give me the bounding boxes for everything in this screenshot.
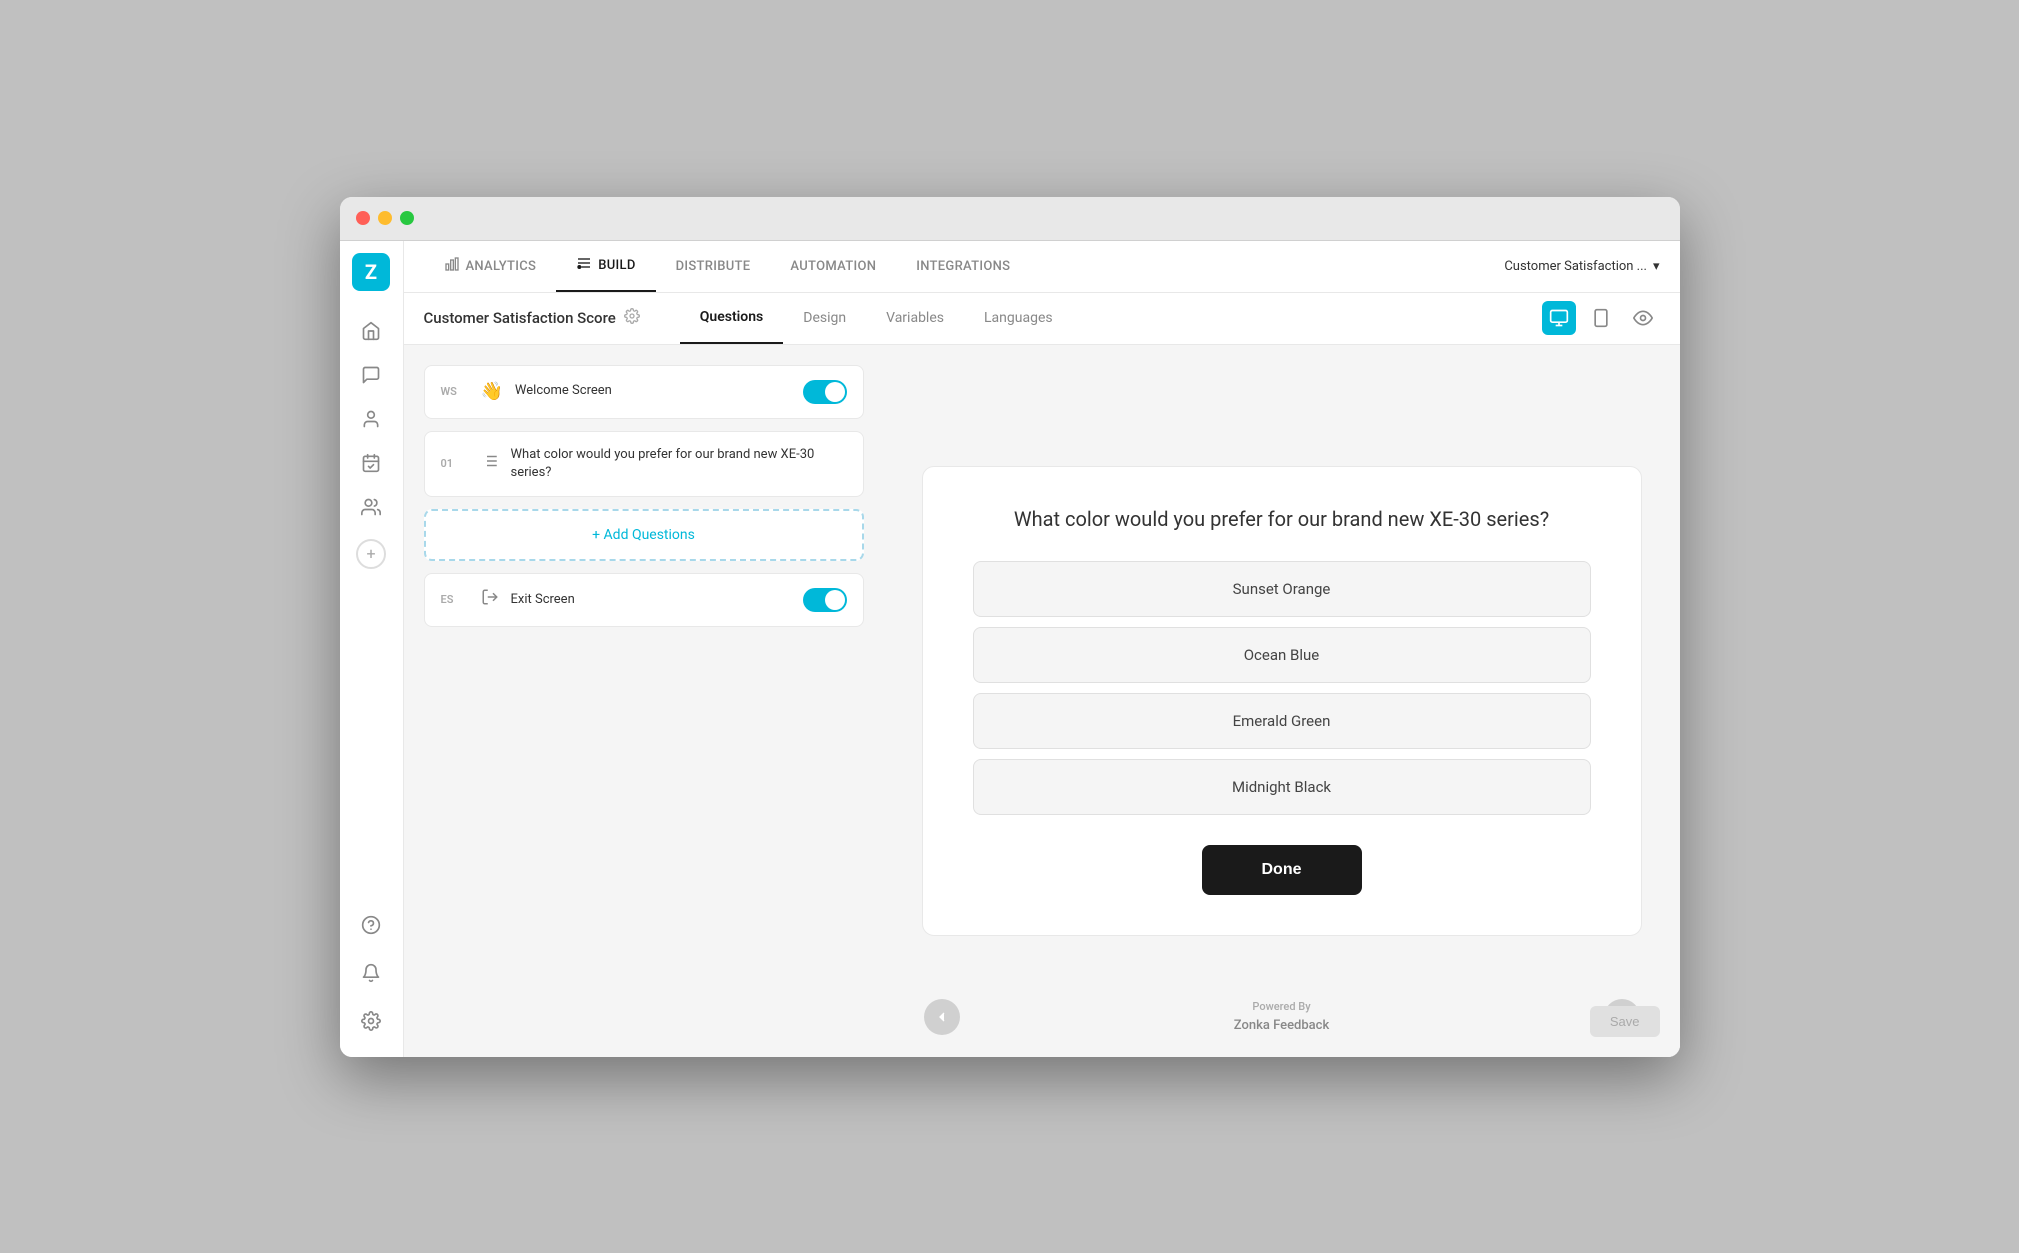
chevron-down-icon: ▾ — [1653, 259, 1660, 274]
welcome-screen-text: Welcome Screen — [515, 382, 791, 400]
done-button[interactable]: Done — [1202, 845, 1362, 895]
add-questions-label: + Add Questions — [592, 527, 695, 543]
main-content: ANALYTICS BUILD DISTRIBUTE AUTOMATION — [404, 241, 1680, 1057]
nav-items: ANALYTICS BUILD DISTRIBUTE AUTOMATION — [424, 241, 1505, 293]
choice-option-2[interactable]: Ocean Blue — [973, 627, 1591, 683]
welcome-screen-card[interactable]: WS 👋 Welcome Screen — [424, 365, 864, 419]
sidebar-item-messages[interactable] — [351, 355, 391, 395]
wave-icon: 👋 — [481, 381, 503, 402]
list-icon — [481, 452, 499, 475]
powered-by-brand: Zonka Feedback — [1234, 1016, 1330, 1037]
nav-integrations-label: INTEGRATIONS — [916, 259, 1010, 274]
view-controls — [1542, 301, 1660, 335]
sidebar-item-help[interactable] — [351, 905, 391, 945]
preview-button[interactable] — [1626, 301, 1660, 335]
minimize-button[interactable] — [378, 211, 392, 225]
nav-item-distribute[interactable]: DISTRIBUTE — [656, 241, 771, 293]
add-questions-button[interactable]: + Add Questions — [424, 509, 864, 561]
app-logo[interactable]: Z — [352, 253, 390, 291]
preview-question: What color would you prefer for our bran… — [1014, 507, 1549, 531]
sidebar-item-home[interactable] — [351, 311, 391, 351]
sidebar-item-settings[interactable] — [351, 1001, 391, 1041]
tab-design-label: Design — [803, 310, 846, 326]
traffic-lights — [356, 211, 414, 225]
choice-option-3[interactable]: Emerald Green — [973, 693, 1591, 749]
preview-navigation: Powered By Zonka Feedback — [884, 998, 1680, 1036]
mac-window: Z + — [340, 197, 1680, 1057]
sidebar-add-button[interactable]: + — [356, 539, 386, 569]
survey-selector[interactable]: Customer Satisfaction ... ▾ — [1504, 259, 1659, 274]
close-button[interactable] — [356, 211, 370, 225]
sidebar-item-tasks[interactable] — [351, 443, 391, 483]
save-button[interactable]: Save — [1590, 1006, 1660, 1037]
exit-icon — [481, 588, 499, 611]
tab-variables-label: Variables — [886, 310, 944, 326]
powered-by: Powered By Zonka Feedback — [1234, 998, 1330, 1036]
nav-build-label: BUILD — [598, 258, 635, 273]
tab-languages[interactable]: Languages — [964, 292, 1073, 344]
preview-panel: What color would you prefer for our bran… — [884, 345, 1680, 1057]
desktop-view-button[interactable] — [1542, 301, 1576, 335]
nav-distribute-label: DISTRIBUTE — [676, 259, 751, 274]
sub-tabs: Questions Design Variables Languages — [680, 292, 1073, 344]
exit-screen-toggle[interactable] — [803, 588, 847, 612]
nav-automation-label: AUTOMATION — [790, 259, 876, 274]
powered-by-line1: Powered By — [1234, 998, 1330, 1016]
tab-questions[interactable]: Questions — [680, 292, 783, 344]
questions-panel: WS 👋 Welcome Screen 01 What color would … — [404, 345, 884, 1057]
top-nav: ANALYTICS BUILD DISTRIBUTE AUTOMATION — [404, 241, 1680, 293]
sidebar-bottom — [351, 905, 391, 1045]
settings-gear-icon[interactable] — [624, 308, 640, 328]
survey-title-text: Customer Satisfaction Score — [424, 309, 616, 327]
question-text-1: What color would you prefer for our bran… — [511, 446, 847, 482]
nav-item-analytics[interactable]: ANALYTICS — [424, 241, 557, 293]
app-body: Z + — [340, 241, 1680, 1057]
survey-preview: What color would you prefer for our bran… — [922, 466, 1642, 936]
question-card-1[interactable]: 01 What color would you prefer for our b… — [424, 431, 864, 497]
choice-option-4[interactable]: Midnight Black — [973, 759, 1591, 815]
prev-arrow-button[interactable] — [924, 999, 960, 1035]
tab-languages-label: Languages — [984, 310, 1053, 326]
title-bar — [340, 197, 1680, 241]
sidebar: Z + — [340, 241, 404, 1057]
welcome-screen-toggle[interactable] — [803, 380, 847, 404]
exit-screen-card[interactable]: ES Exit Screen — [424, 573, 864, 627]
exit-screen-text: Exit Screen — [511, 591, 791, 609]
tab-questions-label: Questions — [700, 309, 763, 325]
survey-selector-label: Customer Satisfaction ... — [1504, 259, 1647, 274]
mobile-view-button[interactable] — [1584, 301, 1618, 335]
nav-item-integrations[interactable]: INTEGRATIONS — [896, 241, 1030, 293]
sidebar-item-team[interactable] — [351, 487, 391, 527]
nav-analytics-label: ANALYTICS — [466, 259, 537, 274]
maximize-button[interactable] — [400, 211, 414, 225]
analytics-icon — [444, 256, 460, 276]
choice-option-1[interactable]: Sunset Orange — [973, 561, 1591, 617]
content-area: WS 👋 Welcome Screen 01 What color would … — [404, 345, 1680, 1057]
welcome-screen-label: WS — [441, 385, 469, 398]
nav-item-build[interactable]: BUILD — [556, 241, 655, 293]
tab-variables[interactable]: Variables — [866, 292, 964, 344]
exit-screen-label: ES — [441, 593, 469, 606]
nav-item-automation[interactable]: AUTOMATION — [770, 241, 896, 293]
build-icon — [576, 255, 592, 275]
question-number-1: 01 — [441, 457, 469, 470]
sidebar-item-notifications[interactable] — [351, 953, 391, 993]
save-btn-area: Save — [1590, 1006, 1660, 1037]
survey-title: Customer Satisfaction Score — [424, 308, 640, 328]
sidebar-item-contacts[interactable] — [351, 399, 391, 439]
tab-design[interactable]: Design — [783, 292, 866, 344]
sub-header: Customer Satisfaction Score Questions De… — [404, 293, 1680, 345]
